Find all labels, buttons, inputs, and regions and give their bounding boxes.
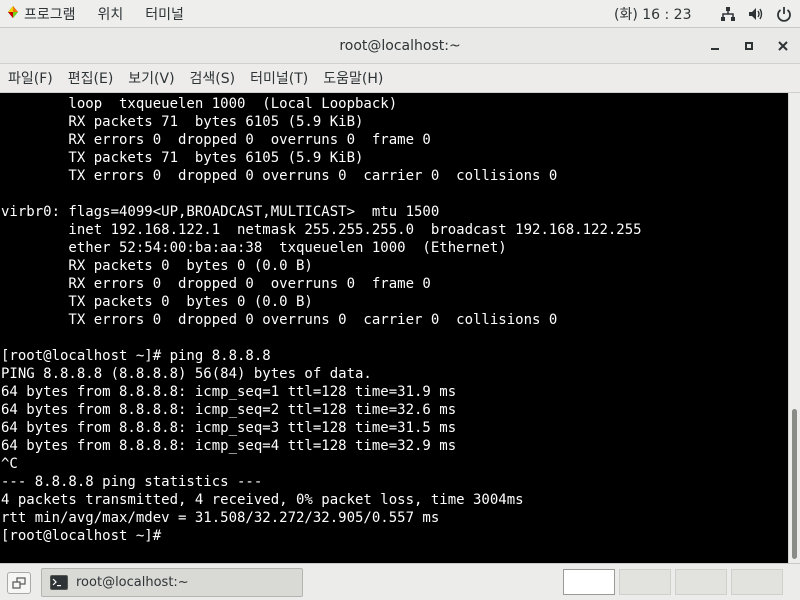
bottom-taskbar: root@localhost:~ xyxy=(0,563,800,600)
terminal-line: 64 bytes from 8.8.8.8: icmp_seq=3 ttl=12… xyxy=(1,420,457,436)
terminal-line: TX packets 71 bytes 6105 (5.9 KiB) xyxy=(1,150,364,166)
menu-help[interactable]: 도움말(H) xyxy=(315,68,390,88)
network-wired-icon xyxy=(720,6,736,22)
terminal-line: TX packets 0 bytes 0 (0.0 B) xyxy=(1,294,313,310)
terminal-line: ether 52:54:00:ba:aa:38 txqueuelen 1000 … xyxy=(1,240,507,256)
menu-file[interactable]: 파일(F) xyxy=(0,68,60,88)
terminal-prompt: [root@localhost ~]# xyxy=(1,528,170,544)
places-menu-button[interactable]: 위치 xyxy=(98,4,124,24)
maximize-icon xyxy=(745,42,753,50)
clock[interactable]: (화) 16 : 23 xyxy=(614,0,692,28)
minimize-icon xyxy=(711,48,719,50)
terminal-line: [root@localhost ~]# ping 8.8.8.8 xyxy=(1,348,271,364)
apps-menu-label: 프로그램 xyxy=(24,6,76,23)
menu-edit[interactable]: 편집(E) xyxy=(60,68,121,88)
menu-bar: 파일(F) 편집(E) 보기(V) 검색(S) 터미널(T) 도움말(H) xyxy=(0,64,800,93)
taskbar-window-button[interactable]: root@localhost:~ xyxy=(41,568,303,597)
minimize-button[interactable] xyxy=(698,28,732,64)
terminal-line: 64 bytes from 8.8.8.8: icmp_seq=2 ttl=12… xyxy=(1,402,457,418)
terminal-icon xyxy=(50,575,68,590)
apps-menu-icon xyxy=(6,5,20,23)
terminal-app-menu-button[interactable]: 터미널 xyxy=(145,4,184,24)
menu-search[interactable]: 검색(S) xyxy=(182,68,243,88)
menu-view[interactable]: 보기(V) xyxy=(120,68,181,88)
close-button[interactable] xyxy=(766,28,800,64)
terminal-line: --- 8.8.8.8 ping statistics --- xyxy=(1,474,263,490)
top-bar: 프로그램 위치 터미널 (화) 16 : 23 xyxy=(0,0,800,28)
terminal-line: PING 8.8.8.8 (8.8.8.8) 56(84) bytes of d… xyxy=(1,366,372,382)
power-icon xyxy=(776,6,792,22)
terminal-line: 64 bytes from 8.8.8.8: icmp_seq=1 ttl=12… xyxy=(1,384,457,400)
taskbar-window-label: root@localhost:~ xyxy=(76,575,189,590)
workspace-2[interactable] xyxy=(619,569,671,595)
scrollbar-thumb[interactable] xyxy=(792,409,797,559)
menu-terminal[interactable]: 터미널(T) xyxy=(242,68,315,88)
maximize-button[interactable] xyxy=(732,28,766,64)
terminal-line: RX errors 0 dropped 0 overruns 0 frame 0 xyxy=(1,276,431,292)
terminal-line: inet 192.168.122.1 netmask 255.255.255.0… xyxy=(1,222,642,238)
terminal-line: RX packets 0 bytes 0 (0.0 B) xyxy=(1,258,313,274)
show-desktop-icon xyxy=(12,577,26,589)
terminal-line: RX errors 0 dropped 0 overruns 0 frame 0 xyxy=(1,132,431,148)
terminal-scrollbar[interactable] xyxy=(788,93,800,563)
workspace-4[interactable] xyxy=(731,569,783,595)
terminal-line: TX errors 0 dropped 0 overruns 0 carrier… xyxy=(1,168,558,184)
window-titlebar[interactable]: root@localhost:~ xyxy=(0,28,800,64)
terminal-line: RX packets 71 bytes 6105 (5.9 KiB) xyxy=(1,114,364,130)
terminal-output[interactable]: loop txqueuelen 1000 (Local Loopback) RX… xyxy=(0,93,788,563)
workspace-3[interactable] xyxy=(675,569,727,595)
terminal-line: rtt min/avg/max/mdev = 31.508/32.272/32.… xyxy=(1,510,440,526)
system-status-area[interactable] xyxy=(720,0,792,28)
close-icon xyxy=(778,41,788,51)
window-title: root@localhost:~ xyxy=(339,37,461,54)
apps-menu-button[interactable]: 프로그램 xyxy=(0,4,76,24)
workspace-1[interactable] xyxy=(563,569,615,595)
volume-icon xyxy=(748,6,764,22)
show-desktop-button[interactable] xyxy=(7,572,31,594)
terminal-line: ^C xyxy=(1,456,18,472)
terminal-line: loop txqueuelen 1000 (Local Loopback) xyxy=(1,96,398,112)
terminal-line: 64 bytes from 8.8.8.8: icmp_seq=4 ttl=12… xyxy=(1,438,457,454)
terminal-line: virbr0: flags=4099<UP,BROADCAST,MULTICAS… xyxy=(1,204,440,220)
terminal-line: 4 packets transmitted, 4 received, 0% pa… xyxy=(1,492,524,508)
terminal-line: TX errors 0 dropped 0 overruns 0 carrier… xyxy=(1,312,558,328)
